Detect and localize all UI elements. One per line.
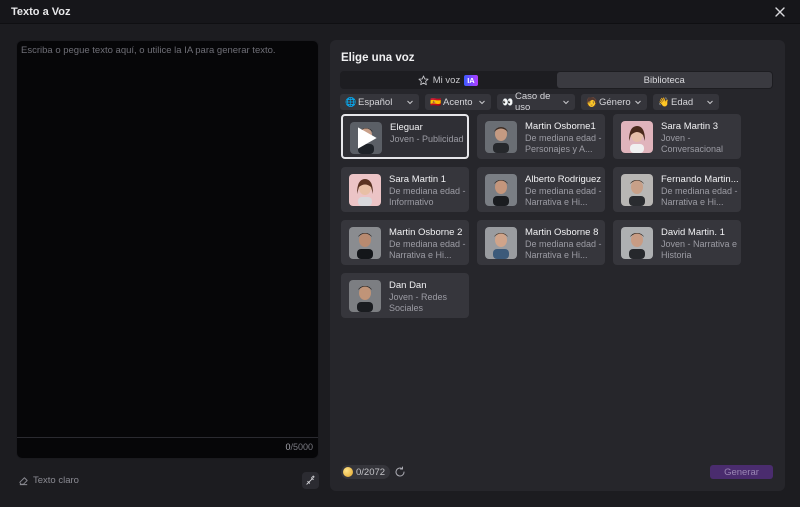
generate-button[interactable]: Generar xyxy=(710,465,773,479)
voice-description: Joven - Narrativa e Historia xyxy=(661,239,738,260)
voice-card[interactable]: Sara Martin 1 De mediana edad - Informat… xyxy=(341,167,469,212)
clear-text-button[interactable]: Texto claro xyxy=(18,475,79,486)
voice-name: David Martin. 1 xyxy=(661,227,725,238)
voice-description: De mediana edad - Narrativa e Hi... xyxy=(389,239,466,260)
globe-icon: 🌐 xyxy=(345,96,357,107)
voice-card[interactable]: Fernando Martin... De mediana edad - Nar… xyxy=(613,167,741,212)
eraser-icon xyxy=(19,477,28,486)
avatar xyxy=(350,122,382,154)
tab-mi-voz[interactable]: Mi voz IA xyxy=(340,71,556,89)
text-input[interactable] xyxy=(21,45,316,433)
voice-tabs: Mi voz IA Biblioteca xyxy=(340,71,773,89)
ia-badge: IA xyxy=(464,74,478,86)
eyes-icon: 👀 xyxy=(502,96,514,107)
voice-card[interactable]: Eleguar Joven - Publicidad xyxy=(341,114,469,159)
avatar xyxy=(621,227,653,259)
avatar xyxy=(349,174,381,206)
filter-use-case-label: Caso de uso xyxy=(515,91,551,113)
tab-mi-voz-label: Mi voz xyxy=(432,74,461,86)
voice-card[interactable]: Martin Osborne1 De mediana edad - Person… xyxy=(477,114,605,159)
window-title: Texto a Voz xyxy=(11,6,71,18)
voice-description: Joven - Redes Sociales xyxy=(389,292,448,313)
filter-language-label: Español xyxy=(358,96,393,108)
voice-name: Dan Dan xyxy=(389,280,427,291)
credits-total: /2072 xyxy=(361,466,386,478)
close-icon xyxy=(775,7,785,17)
voice-name: Sara Martin 1 xyxy=(389,174,447,185)
coin-icon xyxy=(343,467,353,477)
avatar xyxy=(349,227,381,259)
avatar xyxy=(485,174,517,206)
avatar xyxy=(485,227,517,259)
voice-name: Martin Osborne 2 xyxy=(389,227,463,238)
voice-description: Joven - Conversacional xyxy=(661,133,724,154)
voice-description: De mediana edad - Informativo xyxy=(389,186,466,207)
voice-name: Alberto Rodriguez xyxy=(525,174,602,185)
voice-description: De mediana edad - Narrativa e Hi... xyxy=(525,239,602,260)
avatar xyxy=(621,121,653,153)
filter-gender-label: Género xyxy=(599,96,631,108)
avatar xyxy=(485,121,517,153)
filter-use-case[interactable]: 👀 Caso de uso xyxy=(497,91,575,113)
voice-panel: Elige una voz Mi voz IA Biblioteca 🌐 Esp… xyxy=(330,40,785,491)
voice-description: De mediana edad - Personajes y A... xyxy=(525,133,602,154)
tab-biblioteca[interactable]: Biblioteca xyxy=(556,72,772,88)
filter-age-label: Edad xyxy=(671,96,694,108)
voice-card[interactable]: Alberto Rodriguez De mediana edad - Narr… xyxy=(477,167,605,212)
filter-accent-label: Acento xyxy=(443,96,473,108)
voice-name: Martin Osborne1 xyxy=(525,121,596,132)
voice-name: Eleguar xyxy=(390,122,423,133)
chevron-down-icon xyxy=(562,98,570,106)
magic-pen-icon xyxy=(306,475,315,485)
voice-card[interactable]: Sara Martin 3 Joven - Conversacional xyxy=(613,114,741,159)
hand-icon: 👋 xyxy=(658,96,670,107)
avatar xyxy=(349,280,381,312)
filter-accent[interactable]: 🇪🇸 Acento xyxy=(425,94,491,110)
ai-write-button[interactable] xyxy=(302,472,319,489)
refresh-icon xyxy=(395,466,405,477)
close-button[interactable] xyxy=(772,4,788,20)
voice-card[interactable]: Martin Osborne 2 De mediana edad - Narra… xyxy=(341,220,469,265)
voice-name: Sara Martin 3 xyxy=(661,121,719,132)
chevron-down-icon xyxy=(634,98,642,106)
voice-card[interactable]: David Martin. 1 Joven - Narrativa e Hist… xyxy=(613,220,741,265)
chevron-down-icon xyxy=(706,98,714,106)
credits-pill: 0/2072 xyxy=(341,465,391,479)
clear-text-label: Texto claro xyxy=(33,475,79,486)
play-icon[interactable] xyxy=(350,122,382,154)
refresh-button[interactable] xyxy=(394,466,406,478)
filter-gender[interactable]: 🧑 Género xyxy=(581,94,647,110)
voice-description: De mediana edad - Narrativa e Hi... xyxy=(525,186,602,207)
character-counter: 0/5000 xyxy=(285,442,313,452)
flag-icon: 🇪🇸 xyxy=(430,96,442,107)
character-limit: /5000 xyxy=(290,442,313,452)
filter-age[interactable]: 👋 Edad xyxy=(653,94,719,110)
text-editor: 0/5000 xyxy=(16,40,319,459)
avatar xyxy=(621,174,653,206)
voice-name: Fernando Martin... xyxy=(661,174,739,185)
tab-biblioteca-label: Biblioteca xyxy=(643,74,685,86)
voice-name: Martin Osborne 8 xyxy=(525,227,599,238)
chevron-down-icon xyxy=(406,98,414,106)
voice-card[interactable]: Dan Dan Joven - Redes Sociales xyxy=(341,273,469,318)
chevron-down-icon xyxy=(478,98,486,106)
filter-language[interactable]: 🌐 Español xyxy=(340,94,419,110)
voice-description: Joven - Publicidad xyxy=(390,134,464,144)
panel-heading: Elige una voz xyxy=(341,52,415,64)
voice-description: De mediana edad - Narrativa e Hi... xyxy=(661,186,738,207)
star-icon xyxy=(418,75,429,85)
credits-area: 0/2072 xyxy=(341,465,406,479)
title-bar: Texto a Voz xyxy=(0,0,800,24)
voice-card[interactable]: Martin Osborne 8 De mediana edad - Narra… xyxy=(477,220,605,265)
gender-icon: 🧑 xyxy=(586,96,598,107)
editor-divider xyxy=(17,437,318,438)
